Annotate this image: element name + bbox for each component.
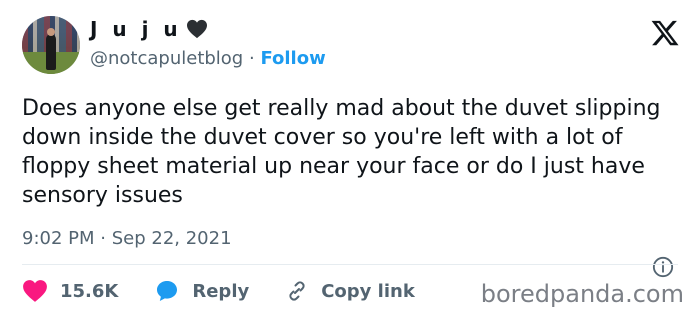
follow-button[interactable]: Follow (260, 48, 325, 69)
reply-bubble-icon (154, 279, 180, 303)
reply-label: Reply (192, 280, 250, 302)
like-count: 15.6K (60, 280, 119, 302)
watermark: boredpanda.com (480, 280, 684, 308)
black-heart-icon (186, 19, 208, 39)
copy-link-button[interactable]: Copy link (285, 279, 415, 303)
link-icon (285, 279, 309, 303)
copy-link-label: Copy link (321, 280, 415, 302)
tweet-text: Does anyone else get really mad about th… (22, 96, 661, 208)
avatar-person-head (47, 28, 55, 36)
heart-icon (22, 279, 48, 303)
avatar-person (46, 34, 56, 70)
reply-button[interactable]: Reply (154, 279, 249, 303)
like-button[interactable]: 15.6K (22, 279, 118, 303)
author-handle-row: @notcapuletblog · Follow (90, 48, 326, 69)
tweet-timestamp[interactable]: 9:02 PM · Sep 22, 2021 (22, 228, 232, 249)
x-logo-icon[interactable] (650, 18, 680, 48)
author-name-row[interactable]: J u j u (90, 17, 208, 41)
handle-separator: · (248, 48, 255, 69)
info-icon[interactable] (652, 256, 674, 278)
author-handle[interactable]: @notcapuletblog (90, 48, 243, 69)
tweet-time: 9:02 PM (22, 228, 95, 249)
author-display-name[interactable]: J u j u (90, 17, 182, 41)
avatar[interactable] (22, 16, 80, 74)
timestamp-separator: · (100, 228, 106, 249)
tweet-date: Sep 22, 2021 (111, 228, 232, 249)
divider (22, 264, 678, 265)
tweet-actions: 15.6K Reply Copy link (22, 276, 451, 306)
